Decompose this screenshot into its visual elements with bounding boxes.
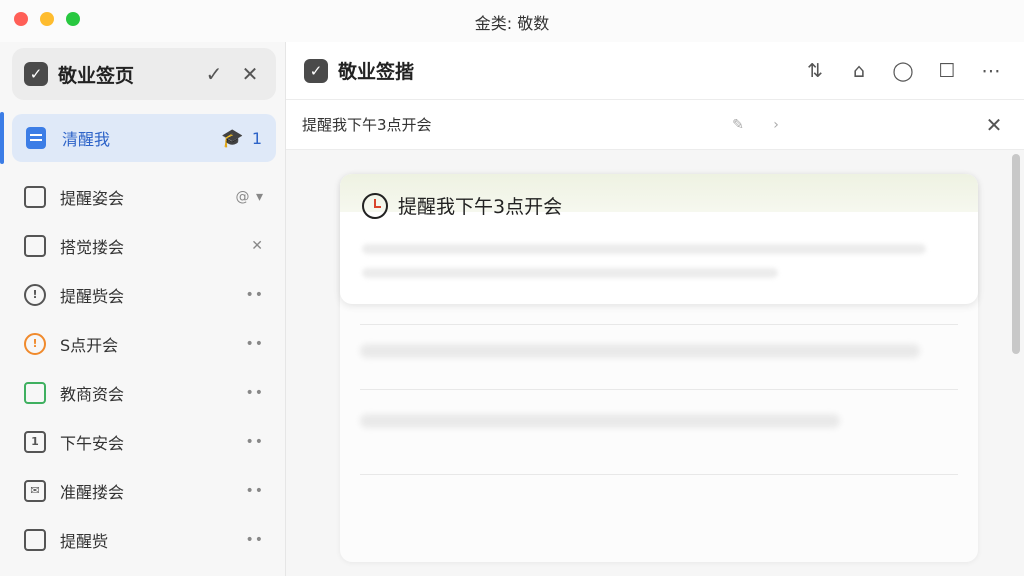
more-icon[interactable]: •• [245, 336, 264, 352]
divider [360, 474, 958, 475]
blurred-line [362, 268, 778, 278]
badge-count: 1 [251, 128, 262, 148]
sidebar-item[interactable]: 提醒姿会 @ ▾ [12, 172, 276, 221]
blurred-content [362, 244, 956, 292]
alarm-icon [362, 192, 388, 219]
sidebar-item-label: 提醒赀会 [60, 286, 125, 306]
sort-icon[interactable]: ⇅ [800, 56, 830, 86]
confirm-icon[interactable]: ✓ [200, 60, 228, 88]
square-icon [24, 234, 46, 257]
main-panel: ✓ 敬业签揩 ⇅ ⌂ ◯ ☐ ⋯ 提醒我下午3点开会 ✎ › ✕ 提醒我下午3点… [286, 42, 1024, 576]
close-icon[interactable]: ✕ [980, 111, 1008, 139]
sidebar-item-label: S点开会 [60, 335, 119, 355]
calendar-green-icon [24, 381, 46, 404]
sidebar-list: 提醒姿会 @ ▾ 搭觉搂会 ✕ ! 提醒赀会 •• ! S点开会 •• 教商资会… [12, 172, 276, 564]
sidebar-item[interactable]: ! S点开会 •• [12, 319, 276, 368]
blurred-text [360, 414, 840, 428]
note-title: 提醒我下午3点开会 [302, 116, 432, 134]
note-content: 提醒我下午3点开会 [286, 150, 1024, 576]
reminder-row: 提醒我下午3点开会 [362, 192, 562, 219]
more-icon[interactable]: •• [245, 532, 264, 548]
info-circle-icon: ! [24, 283, 46, 306]
more-icon[interactable]: ⋯ [976, 56, 1006, 86]
divider [360, 324, 958, 325]
sidebar-item-label: 下午安会 [60, 433, 125, 453]
sidebar-item[interactable]: 1 下午安会 •• [12, 417, 276, 466]
alert-icon: ! [24, 332, 46, 355]
sidebar-item-label: 搭觉搂会 [60, 237, 125, 257]
chevron-right-icon[interactable]: › [762, 111, 790, 139]
window-title: 金类: 敬数 [474, 14, 550, 33]
blurred-text [360, 344, 920, 358]
page-title: 敬业签揩 [338, 61, 415, 83]
sidebar-item[interactable]: 提醒赀 •• [12, 515, 276, 564]
sidebar-item-label: 准醒搂会 [60, 482, 125, 502]
sidebar-item[interactable]: ! 提醒赀会 •• [12, 270, 276, 319]
sidebar-item[interactable]: 搭觉搂会 ✕ [12, 221, 276, 270]
document-icon [24, 185, 46, 208]
sidebar-item-active[interactable]: 清醒我 🎓 1 [12, 114, 276, 162]
edit-icon[interactable]: ✎ [724, 111, 752, 139]
active-indicator [0, 112, 4, 164]
reminder-card[interactable]: 提醒我下午3点开会 [340, 174, 978, 304]
sidebar-item-label: 提醒赀 [60, 531, 109, 551]
sidebar: ✓ 敬业签页 ✓ ✕ 清醒我 🎓 1 提醒姿会 @ ▾ 搭觉搂会 ✕ ! 提醒赀… [0, 42, 286, 576]
bell-icon[interactable]: ⌂ [844, 56, 874, 86]
mention-dropdown[interactable]: @ ▾ [236, 189, 264, 205]
sidebar-item-label: 教商资会 [60, 384, 125, 404]
mail-icon: ✉ [24, 479, 46, 502]
checkbox-icon: ✓ [24, 62, 48, 86]
chat-icon[interactable]: ◯ [888, 56, 918, 86]
calendar-icon: 1 [24, 430, 46, 453]
sidebar-item[interactable]: 教商资会 •• [12, 368, 276, 417]
divider [360, 389, 958, 390]
more-icon[interactable]: •• [245, 434, 264, 450]
note-header: 提醒我下午3点开会 ✎ › ✕ [286, 100, 1024, 150]
title-bar: 金类: 敬数 [0, 0, 1024, 42]
remove-button[interactable]: ✕ [251, 238, 264, 254]
sidebar-item-label: 清醒我 [62, 130, 111, 149]
more-icon[interactable]: •• [245, 483, 264, 499]
close-icon[interactable]: ✕ [236, 60, 264, 88]
sidebar-header: ✓ 敬业签页 ✓ ✕ [12, 48, 276, 100]
sidebar-item-label: 提醒姿会 [60, 188, 125, 208]
square-icon [24, 528, 46, 551]
note-icon [26, 127, 46, 149]
more-icon[interactable]: •• [245, 287, 264, 303]
scrollbar[interactable] [1012, 154, 1020, 354]
blurred-line [362, 244, 927, 254]
main-header: ✓ 敬业签揩 ⇅ ⌂ ◯ ☐ ⋯ [286, 42, 1024, 100]
reminder-text: 提醒我下午3点开会 [398, 196, 563, 218]
message-icon[interactable]: ☐ [932, 56, 962, 86]
more-icon[interactable]: •• [245, 385, 264, 401]
sidebar-title: 敬业签页 [58, 64, 135, 87]
checkbox-icon: ✓ [304, 58, 328, 83]
sidebar-item[interactable]: ✉ 准醒搂会 •• [12, 466, 276, 515]
cap-icon: 🎓 [221, 127, 244, 149]
